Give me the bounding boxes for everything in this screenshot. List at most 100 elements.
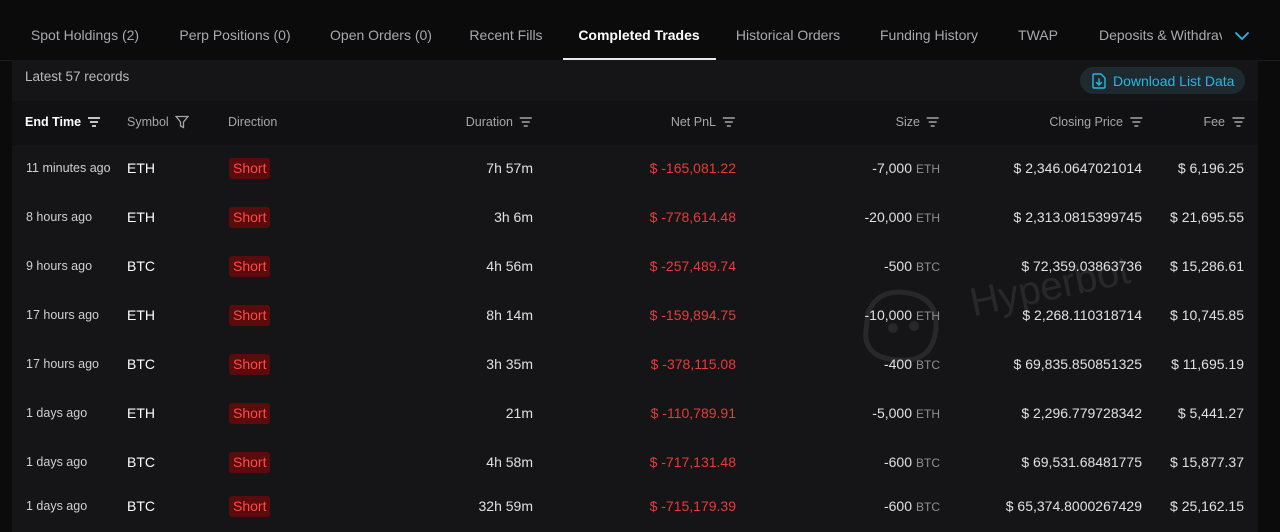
row-direction-badge: Short [229,354,271,375]
col-closing-price[interactable]: Closing Price [1049,115,1143,129]
row-closing-price: $ 2,268.110318714 [1022,307,1142,323]
table-row[interactable]: 1 days ago BTC Short 4h 58m $ -717,131.4… [12,439,1258,488]
row-net-pnl: $ -715,179.39 [649,498,736,514]
row-size-unit: ETH [916,407,940,421]
row-net-pnl: $ -378,115.08 [650,356,736,372]
col-duration[interactable]: Duration [466,115,533,129]
tab-open-orders[interactable]: Open Orders (0) [330,0,432,60]
table-row[interactable]: 17 hours ago BTC Short 3h 35m $ -378,115… [12,341,1258,390]
tab-completed-trades[interactable]: Completed Trades [578,0,699,60]
row-size: -10,000 ETH [865,307,940,323]
row-closing-price: $ 69,531.68481775 [1021,454,1142,470]
col-direction: Direction [228,115,277,129]
row-fee: $ 10,745.85 [1170,307,1244,323]
row-end-time: 1 days ago [26,499,88,513]
tab-historical-orders[interactable]: Historical Orders [736,0,840,60]
table-row[interactable]: 17 hours ago ETH Short 8h 14m $ -159,894… [12,292,1258,341]
row-closing-price: $ 2,346.0647021014 [1013,160,1142,176]
sort-lines-icon [1232,117,1244,127]
row-size: -600 BTC [884,454,940,470]
sort-lines-icon [520,117,532,127]
row-symbol: ETH [127,160,155,176]
row-fee: $ 25,162.15 [1170,498,1244,514]
row-duration: 4h 58m [486,454,533,470]
row-net-pnl: $ -717,131.48 [649,454,736,470]
row-size-value: -20,000 [864,209,912,225]
col-fee[interactable]: Fee [1203,115,1245,129]
row-size-value: -500 [883,258,912,274]
col-size-label: Size [895,115,920,129]
row-size-unit: ETH [916,162,940,176]
funnel-icon [174,115,189,129]
tab-perp-positions[interactable]: Perp Positions (0) [179,0,290,60]
row-net-pnl: $ -778,614.48 [649,209,736,225]
row-size-value: -5,000 [872,405,912,421]
row-duration: 7h 57m [486,160,533,176]
row-end-time: 1 days ago [26,406,88,420]
row-size: -7,000 ETH [872,160,940,176]
col-end-time-label: End Time [25,115,82,129]
row-symbol: BTC [127,356,155,372]
file-download-icon [1092,72,1106,89]
col-direction-label: Direction [228,115,278,129]
tab-twap[interactable]: TWAP [1018,0,1058,60]
row-duration: 32h 59m [478,498,533,514]
records-count: Latest 57 records [25,69,130,84]
row-direction-badge: Short [229,207,271,228]
row-closing-price: $ 2,296.779728342 [1021,405,1142,421]
chevron-down-icon[interactable] [1232,26,1252,46]
row-symbol: ETH [127,307,155,323]
row-duration: 3h 6m [494,209,533,225]
row-size-value: -600 [883,454,912,470]
table-row[interactable]: 1 days ago BTC Short 32h 59m $ -715,179.… [12,483,1258,532]
col-net-pnl[interactable]: Net PnL [671,115,736,129]
row-symbol: BTC [127,258,155,274]
row-net-pnl: $ -165,081.22 [649,160,736,176]
row-size-unit: BTC [916,260,940,274]
row-size: -400 BTC [884,356,940,372]
row-size-value: -10,000 [864,307,912,323]
row-closing-price: $ 72,359.03863736 [1021,258,1142,274]
row-size: -500 BTC [884,258,940,274]
row-fee: $ 15,877.37 [1170,454,1244,470]
row-size-unit: BTC [916,456,940,470]
tab-deposits-label: Deposits & Withdrav [1099,27,1222,43]
row-duration: 8h 14m [486,307,533,323]
sort-lines-icon [927,117,939,127]
tab-deposits-withdrawals[interactable]: Deposits & Withdrav [1099,0,1222,60]
row-size-value: -600 [883,498,912,514]
row-symbol: BTC [127,454,155,470]
row-net-pnl: $ -110,789.91 [650,405,736,421]
row-end-time: 9 hours ago [26,259,93,273]
table-row[interactable]: 11 minutes ago ETH Short 7h 57m $ -165,0… [12,145,1258,194]
tab-funding-history[interactable]: Funding History [880,0,978,60]
tab-bar: Spot Holdings (2) Perp Positions (0) Ope… [0,0,1280,61]
download-list-button[interactable]: Download List Data [1080,67,1245,94]
row-direction-badge: Short [229,403,271,424]
row-size-value: -400 [883,356,912,372]
row-direction-badge: Short [229,158,271,179]
col-fee-label: Fee [1203,115,1225,129]
tab-recent-fills[interactable]: Recent Fills [469,0,542,60]
col-size[interactable]: Size [896,115,940,129]
row-direction-badge: Short [229,496,271,517]
row-size-unit: ETH [916,309,940,323]
row-direction-badge: Short [229,256,271,277]
col-duration-label: Duration [465,115,513,129]
row-size-value: -7,000 [872,160,912,176]
row-net-pnl: $ -159,894.75 [649,307,736,323]
tab-spot-holdings[interactable]: Spot Holdings (2) [31,0,139,60]
table-row[interactable]: 1 days ago ETH Short 21m $ -110,789.91 -… [12,390,1258,439]
row-duration: 21m [505,405,533,421]
col-symbol[interactable]: Symbol [127,115,189,129]
table-row[interactable]: 8 hours ago ETH Short 3h 6m $ -778,614.4… [12,194,1258,243]
row-size-unit: BTC [916,358,940,372]
row-symbol: ETH [127,209,155,225]
table-row[interactable]: 9 hours ago BTC Short 4h 56m $ -257,489.… [12,243,1258,292]
row-symbol: ETH [127,405,155,421]
col-symbol-label: Symbol [127,115,169,129]
row-closing-price: $ 2,313.0815399745 [1013,209,1142,225]
col-end-time[interactable]: End Time [25,115,101,129]
row-size-unit: ETH [916,211,940,225]
row-end-time: 11 minutes ago [26,161,111,175]
